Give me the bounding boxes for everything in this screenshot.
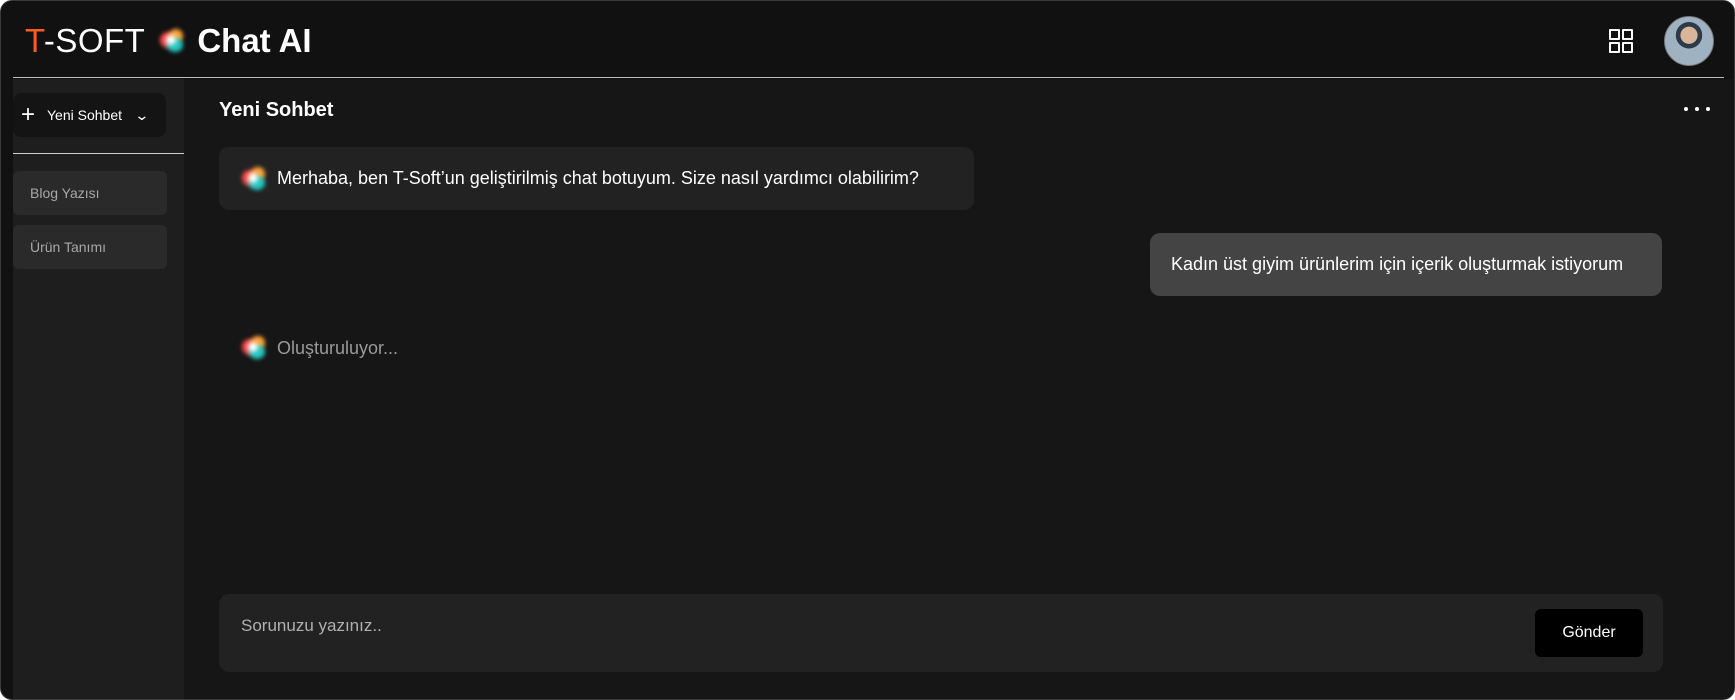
plus-icon: + <box>20 101 35 128</box>
sidebar-divider <box>13 153 184 154</box>
loading-indicator: Oluşturuluyor... <box>239 333 398 363</box>
message-text: Kadın üst giyim ürünlerim için içerik ol… <box>1171 254 1624 274</box>
brand-letter-t: T <box>25 22 44 59</box>
brand-name: T-SOFT <box>25 22 145 60</box>
header-divider <box>13 77 1724 78</box>
sidebar-item-urun-tanimi[interactable]: Ürün Tanımı <box>13 225 167 269</box>
app-logo: T-SOFT Chat AI <box>25 19 312 63</box>
bot-avatar-icon <box>239 164 269 194</box>
chevron-down-icon[interactable]: ⌄ <box>134 107 149 124</box>
bot-avatar-icon <box>239 333 269 363</box>
send-button[interactable]: Gönder <box>1535 609 1643 657</box>
page-title: Yeni Sohbet <box>219 99 334 121</box>
new-chat-button[interactable]: + Yeni Sohbet ⌄ <box>13 93 166 137</box>
new-chat-label: Yeni Sohbet <box>47 107 122 123</box>
avatar[interactable] <box>1664 16 1714 66</box>
sidebar-item-blog-yazisi[interactable]: Blog Yazısı <box>13 171 167 215</box>
message-input[interactable] <box>239 608 1393 644</box>
product-name: Chat AI <box>197 22 312 59</box>
more-horizontal-icon[interactable] <box>1684 101 1710 117</box>
loading-text: Oluşturuluyor... <box>277 337 399 358</box>
bot-message: Merhaba, ben T-Soft’un geliştirilmiş cha… <box>219 147 974 210</box>
gradient-orb-icon <box>157 26 187 56</box>
top-header: T-SOFT Chat AI <box>1 1 1734 78</box>
brand-suffix: -SOFT <box>43 22 146 59</box>
sidebar-item-label: Blog Yazısı <box>30 185 100 201</box>
user-message: Kadın üst giyim ürünlerim için içerik ol… <box>1150 233 1662 296</box>
sidebar: + Yeni Sohbet ⌄ Blog Yazısı Ürün Tanımı <box>13 79 184 699</box>
message-text: Merhaba, ben T-Soft’un geliştirilmiş cha… <box>277 168 919 188</box>
message-composer: Gönder <box>219 594 1663 672</box>
chat-panel: Yeni Sohbet Merhaba, ben T-Soft’un geliş… <box>184 79 1734 699</box>
app-window: T-SOFT Chat AI + Yeni Sohbet ⌄ Blog Yazı… <box>0 0 1735 700</box>
sidebar-item-label: Ürün Tanımı <box>30 239 106 255</box>
grid-icon[interactable] <box>1609 29 1633 53</box>
